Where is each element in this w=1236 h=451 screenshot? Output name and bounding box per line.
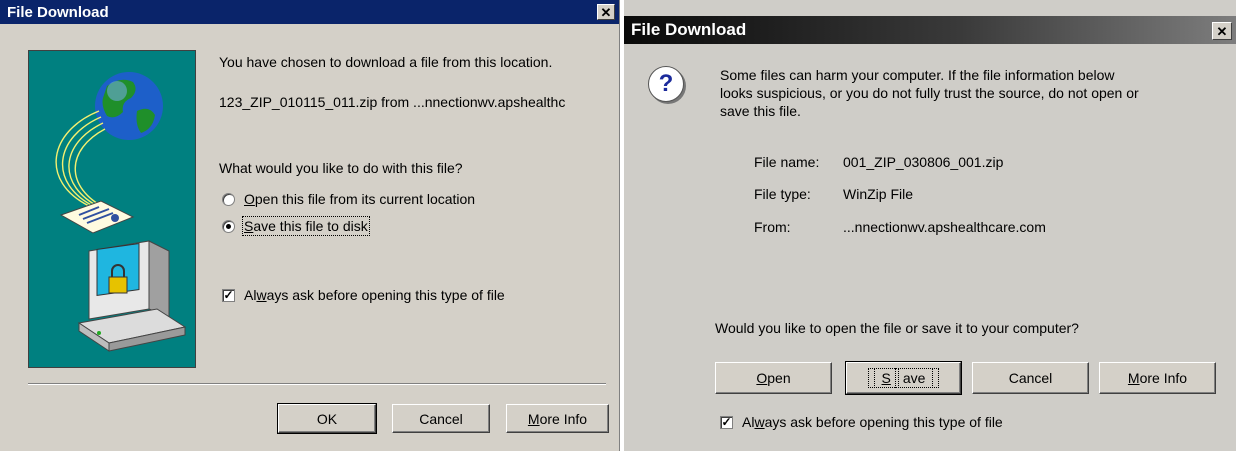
document-envelope-icon: [59, 200, 135, 234]
cancel-label: Cancel: [1008, 370, 1053, 386]
question-text: What would you like to do with this file…: [219, 160, 463, 176]
close-button[interactable]: ✕: [1212, 22, 1232, 40]
always-ask-label: Always ask before opening this type of f…: [244, 287, 505, 303]
file-type-label: File type:: [754, 186, 811, 202]
warning-text-line-1: Some files can harm your computer. If th…: [720, 67, 1115, 83]
intro-text: You have chosen to download a file from …: [219, 54, 553, 70]
always-ask-checkbox-row[interactable]: ✓ Always ask before opening this type of…: [222, 286, 562, 306]
separator: [28, 383, 606, 385]
always-ask-label: Always ask before opening this type of f…: [742, 414, 1003, 430]
close-icon: ✕: [1216, 23, 1228, 39]
download-illustration: [28, 50, 196, 368]
cancel-label: Cancel: [419, 410, 463, 427]
dialog-title: File Download: [7, 3, 109, 21]
file-name-value: 001_ZIP_030806_001.zip: [843, 154, 1004, 170]
cancel-button[interactable]: Cancel: [392, 404, 490, 433]
file-type-value: WinZip File: [843, 186, 914, 202]
file-name-label: File name:: [754, 154, 820, 170]
warning-text-line-2: looks suspicious, or you do not fully tr…: [720, 85, 1139, 101]
more-info-button[interactable]: More Info: [1099, 362, 1216, 394]
more-info-button[interactable]: More Info: [506, 404, 609, 433]
radio-open-label: Open this file from its current location: [244, 191, 476, 207]
radio-save-label: Save this file to disk: [242, 216, 370, 236]
warning-text-line-3: save this file.: [720, 103, 801, 119]
title-bar[interactable]: File Download ✕: [624, 16, 1236, 44]
from-value: ...nnectionwv.apshealthcare.com: [843, 219, 1046, 235]
dialog-title: File Download: [631, 20, 747, 39]
computer-lock-icon: [77, 240, 187, 352]
open-or-save-prompt: Would you like to open the file or save …: [715, 320, 1079, 336]
question-icon: ?: [648, 66, 684, 102]
open-button[interactable]: Open: [715, 362, 832, 394]
download-wires-icon: [55, 110, 108, 210]
radio-open-option[interactable]: Open this file from its current location: [222, 190, 522, 210]
ok-label: OK: [316, 410, 338, 427]
from-label: From:: [754, 219, 791, 235]
always-ask-checkbox[interactable]: ✓: [222, 289, 235, 302]
always-ask-checkbox-row[interactable]: ✓ Always ask before opening this type of…: [720, 413, 1060, 433]
radio-save[interactable]: [222, 220, 235, 233]
close-button[interactable]: ✕: [597, 4, 615, 20]
more-info-label: More Info: [527, 410, 588, 427]
title-bar[interactable]: File Download ✕: [0, 0, 619, 24]
globe-icon: [95, 72, 163, 140]
file-download-dialog-new: File Download ✕ ? Some files can harm yo…: [624, 0, 1236, 451]
save-label: Save: [867, 368, 940, 388]
always-ask-checkbox[interactable]: ✓: [720, 416, 733, 429]
open-label: Open: [756, 370, 791, 386]
radio-save-option[interactable]: Save this file to disk: [222, 216, 522, 237]
file-download-dialog-old: File Download ✕ You have chosen to downl…: [0, 0, 620, 451]
cancel-button[interactable]: Cancel: [972, 362, 1089, 394]
file-location-text: 123_ZIP_010115_011.zip from ...nnectionw…: [219, 94, 566, 110]
save-button[interactable]: Save: [845, 361, 962, 395]
more-info-label: More Info: [1127, 370, 1188, 386]
ok-button[interactable]: OK: [277, 403, 377, 434]
close-icon: ✕: [600, 4, 612, 20]
radio-open[interactable]: [222, 193, 235, 206]
